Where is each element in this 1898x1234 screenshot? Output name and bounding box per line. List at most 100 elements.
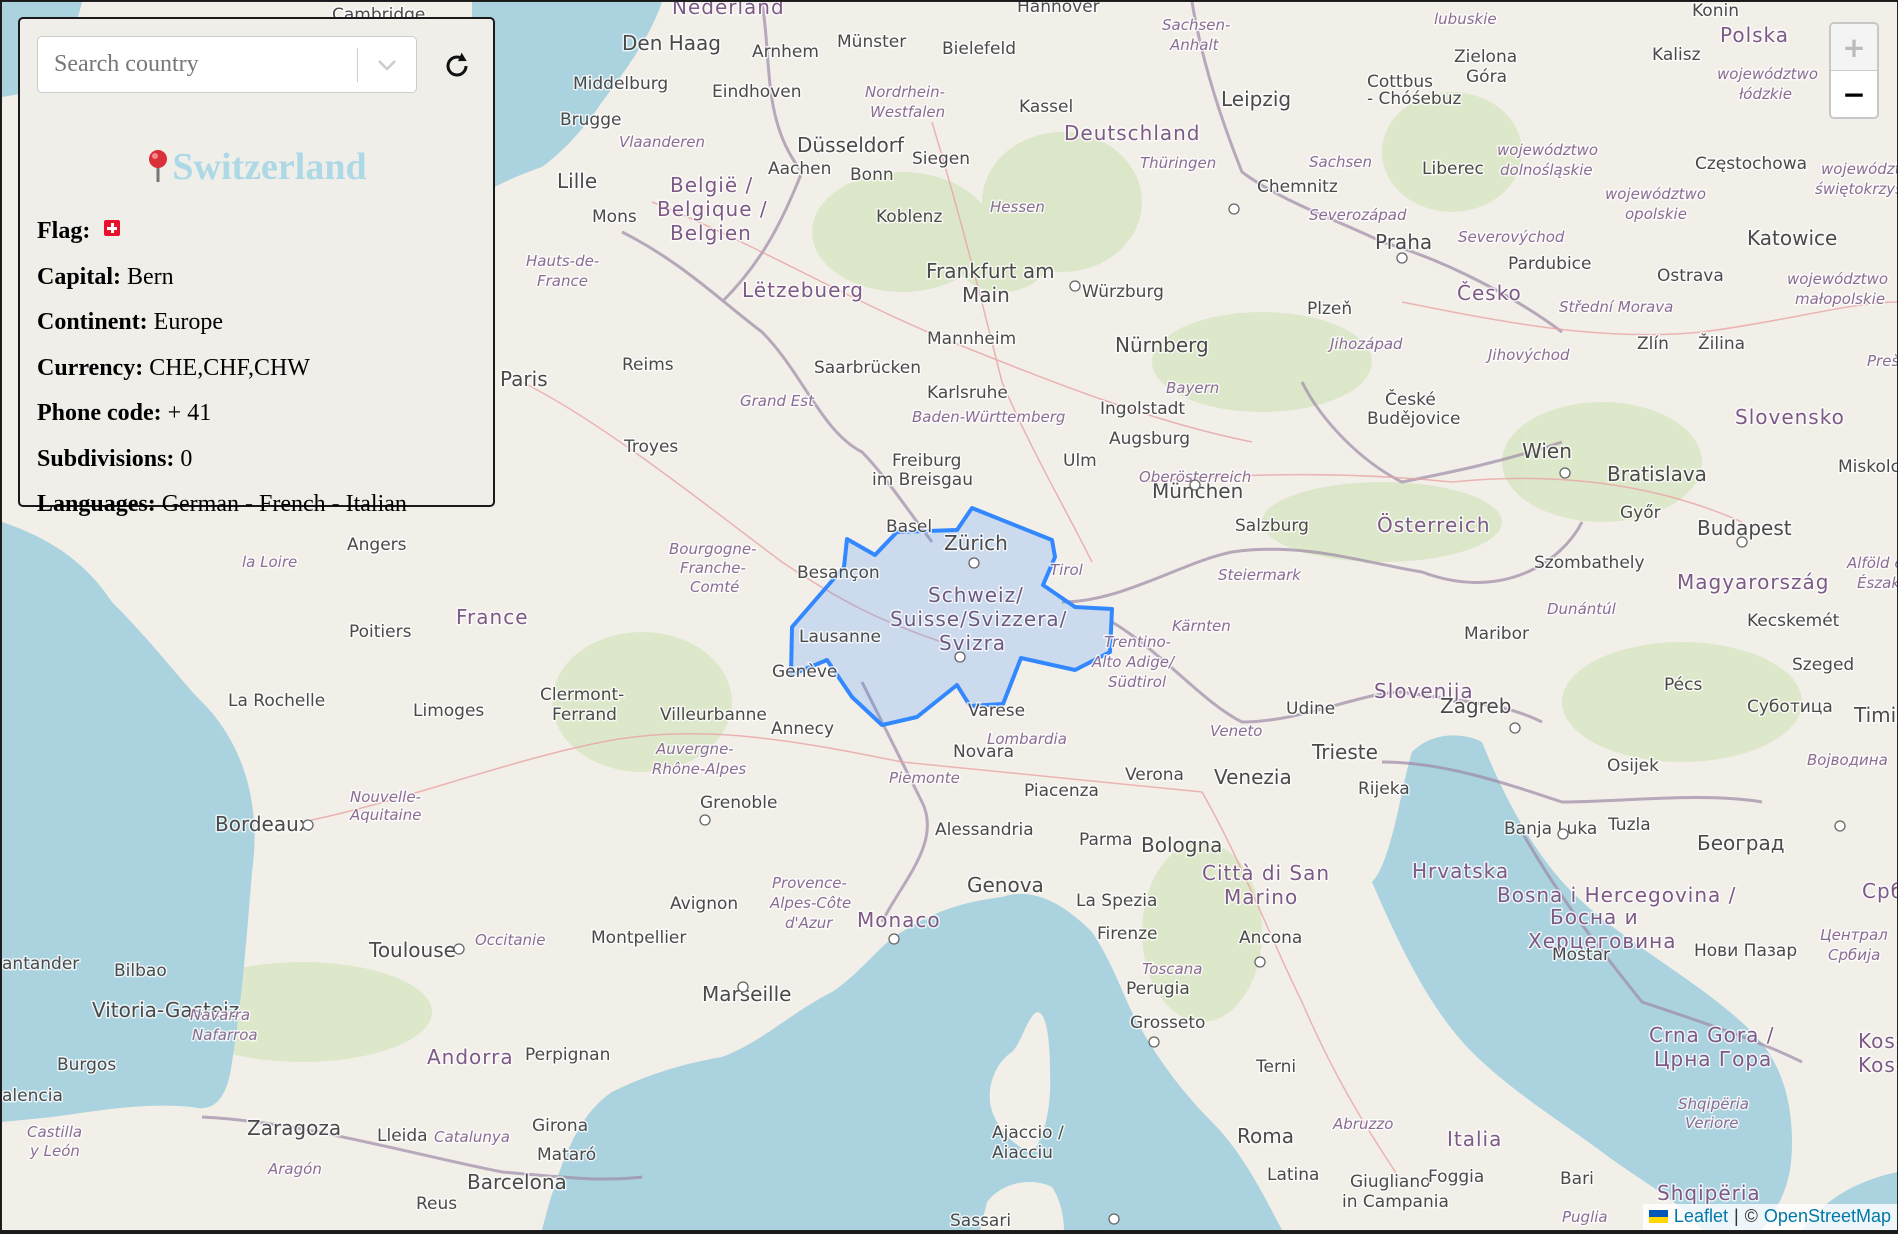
label-city: Нови Пазар	[1694, 941, 1797, 961]
label-region: Catalunya	[434, 1128, 510, 1146]
label-region: Kärnten	[1172, 617, 1231, 635]
label-city: Bologna	[1141, 833, 1222, 857]
detail-value: + 41	[167, 400, 212, 426]
label-city: Basel	[886, 517, 932, 537]
label-city: Salzburg	[1235, 516, 1309, 536]
label-region: Baden-Württemberg	[912, 408, 1065, 426]
label-city: Udine	[1286, 699, 1335, 719]
label-region: opolskie	[1625, 205, 1687, 223]
pushpin-icon	[146, 149, 170, 193]
label-city: Суботица	[1747, 697, 1833, 717]
label-city: Sassari	[950, 1211, 1011, 1230]
zoom-out-button[interactable]: −	[1831, 71, 1877, 117]
openstreetmap-link[interactable]: OpenStreetMap	[1764, 1206, 1891, 1227]
label-country: Nederland	[672, 2, 785, 19]
label-city: Częstochowa	[1695, 154, 1807, 174]
label-city: Reims	[622, 355, 674, 375]
label-city: Grenoble	[700, 793, 777, 813]
label-city: České	[1385, 388, 1436, 410]
label-region: Veneto	[1210, 722, 1262, 740]
label-city: La Rochelle	[228, 691, 325, 711]
label-city: Montpellier	[591, 928, 686, 948]
label-city: Ostrava	[1657, 266, 1724, 286]
label-country: Kosova	[1858, 1029, 1897, 1053]
label-country: Monaco	[857, 908, 941, 932]
label-city: Roma	[1237, 1124, 1294, 1148]
label-city: Szeged	[1792, 655, 1854, 675]
detail-label: Capital:	[37, 263, 121, 290]
label-region: Severovýchod	[1458, 228, 1565, 246]
detail-label: Phone code:	[37, 400, 162, 426]
label-city: Bielefeld	[942, 39, 1016, 59]
label-region: Castilla	[27, 1123, 82, 1141]
label-region: Bayern	[1166, 379, 1219, 397]
label-city: Bonn	[850, 165, 894, 185]
label-city: Београд	[1697, 831, 1785, 855]
label-country: Città di San	[1202, 861, 1330, 885]
label-region: la Loire	[242, 553, 297, 571]
label-region: Steiermark	[1218, 566, 1302, 584]
label-country: Polska	[1720, 23, 1789, 47]
label-city: Alessandria	[935, 820, 1034, 840]
label-city: Perugia	[1126, 979, 1190, 999]
label-city: Maribor	[1464, 624, 1529, 644]
label-city: Wien	[1522, 439, 1572, 463]
label-city: Bari	[1560, 1169, 1594, 1189]
label-region: Auvergne-	[655, 740, 734, 758]
label-city: Giugliano	[1350, 1172, 1431, 1192]
label-city: Brugge	[560, 110, 621, 130]
detail-value: German - French - Italian	[161, 491, 407, 517]
label-city: Banja Luka	[1504, 819, 1597, 839]
zoom-in-button[interactable]: +	[1831, 24, 1877, 71]
detail-value: Bern	[127, 263, 174, 290]
swiss-flag-icon	[104, 220, 121, 236]
label-city: Varese	[968, 701, 1025, 721]
label-country: Slovensko	[1735, 405, 1845, 429]
label-region: Војводина	[1807, 751, 1888, 769]
label-city: Mons	[592, 207, 637, 227]
dropdown-chevron-icon[interactable]	[358, 37, 416, 92]
label-region: Bourgogne-	[669, 540, 757, 558]
label-region: województwo	[1717, 65, 1818, 83]
label-region: France	[537, 272, 588, 290]
label-city: Barcelona	[467, 1170, 567, 1194]
label-country: Andorra	[427, 1045, 514, 1069]
label-region: Comté	[690, 578, 739, 596]
label-city: Mostar	[1552, 945, 1610, 965]
map-attribution: Leaflet | © OpenStreetMap	[1642, 1204, 1897, 1230]
label-city: Augsburg	[1109, 429, 1190, 449]
country-details: Flag: Capital: Bern Continent: Europe Cu…	[37, 219, 407, 538]
label-city: antander	[2, 954, 79, 974]
label-region: dolnośląskie	[1500, 161, 1593, 179]
detail-label: Currency:	[37, 354, 144, 381]
label-city: Würzburg	[1082, 282, 1164, 302]
leaflet-link[interactable]: Leaflet	[1674, 1206, 1728, 1227]
label-country: Kosovo	[1858, 1053, 1897, 1077]
label-country: Belgien	[670, 221, 752, 245]
refresh-button[interactable]	[440, 49, 474, 83]
label-region: Jihovýchod	[1485, 346, 1570, 364]
country-search-input[interactable]	[38, 36, 357, 93]
label-country: Bosna i Hercegovina /	[1497, 883, 1736, 907]
label-city: Münster	[837, 32, 906, 52]
label-city: Pardubice	[1508, 254, 1591, 274]
label-city: im Breisgau	[872, 470, 973, 490]
label-country: Црна Гора	[1654, 1047, 1772, 1071]
label-city: Reus	[416, 1194, 457, 1214]
label-city: Lille	[557, 169, 597, 193]
label-city: Lausanne	[799, 627, 881, 647]
label-city: Tuzla	[1607, 815, 1651, 835]
label-city: Toulouse	[368, 938, 456, 962]
label-city: Troyes	[623, 437, 678, 457]
label-city: Ancona	[1239, 928, 1302, 948]
label-country: Česko	[1457, 281, 1522, 305]
label-city: Kecskemét	[1747, 611, 1840, 631]
label-region: Észak	[1857, 573, 1897, 592]
country-name: Switzerland	[172, 146, 367, 188]
label-city: alencia	[2, 1086, 63, 1106]
country-search-select[interactable]	[37, 36, 417, 93]
label-city: Timișoara	[1853, 703, 1897, 727]
zoom-control: + −	[1829, 22, 1879, 119]
label-city: Mannheim	[927, 329, 1016, 349]
label-city: in Campania	[1342, 1192, 1449, 1212]
